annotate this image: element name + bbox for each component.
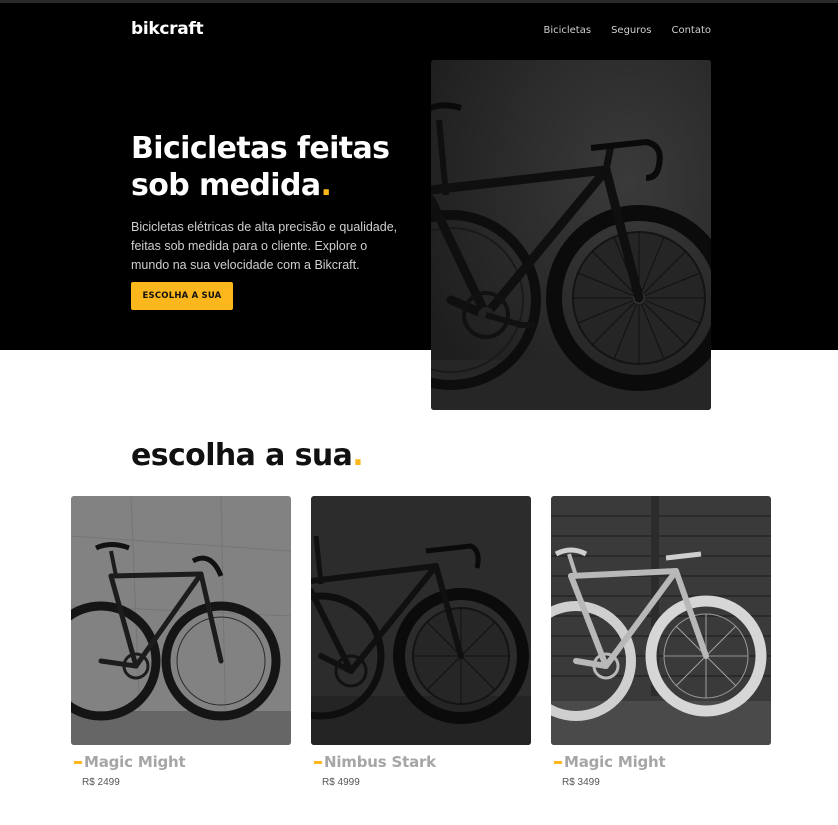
logo[interactable]: bikcraft [131,19,204,39]
nav-link-seguros[interactable]: Seguros [611,25,651,36]
products-section-title-text: escolha a sua [131,438,353,473]
hero-title-line2: sob medida [131,168,321,203]
main-nav: Bicicletas Seguros Contato [543,25,711,36]
product-image[interactable] [71,496,291,745]
hero-title-dot: . [320,168,332,203]
product-name-row: Magic Might [551,753,771,771]
product-price: R$ 2499 [82,777,120,788]
products-section-title: escolha a sua. [131,438,364,473]
product-card-magic-might-2[interactable]: Magic Might R$ 3499 [551,496,771,788]
product-name-row: Magic Might [71,753,291,771]
hero-title-line1: Bicicletas feitas [131,131,390,166]
nav-link-contato[interactable]: Contato [671,25,711,36]
accent-bar [74,761,82,764]
product-name-row: Nimbus Stark [311,753,531,771]
product-image[interactable] [311,496,531,745]
product-image[interactable] [551,496,771,745]
product-card-nimbus-stark[interactable]: Nimbus Stark R$ 4999 [311,496,531,788]
product-card-magic-might[interactable]: Magic Might R$ 2499 [71,496,291,788]
choose-yours-button[interactable]: ESCOLHA A SUA [131,282,233,310]
product-name[interactable]: Magic Might [84,753,186,771]
product-name[interactable]: Nimbus Stark [324,753,436,771]
nav-link-bicicletas[interactable]: Bicicletas [543,25,591,36]
product-name[interactable]: Magic Might [564,753,666,771]
hero-description: Bicicletas elétricas de alta precisão e … [131,220,398,272]
products-section-title-dot: . [352,438,364,473]
hero-bicycle-image [431,60,711,410]
accent-bar [554,761,562,764]
product-price: R$ 4999 [322,777,360,788]
accent-bar [314,761,322,764]
product-price: R$ 3499 [562,777,600,788]
hero-title: Bicicletas feitas sob medida. [131,130,431,204]
